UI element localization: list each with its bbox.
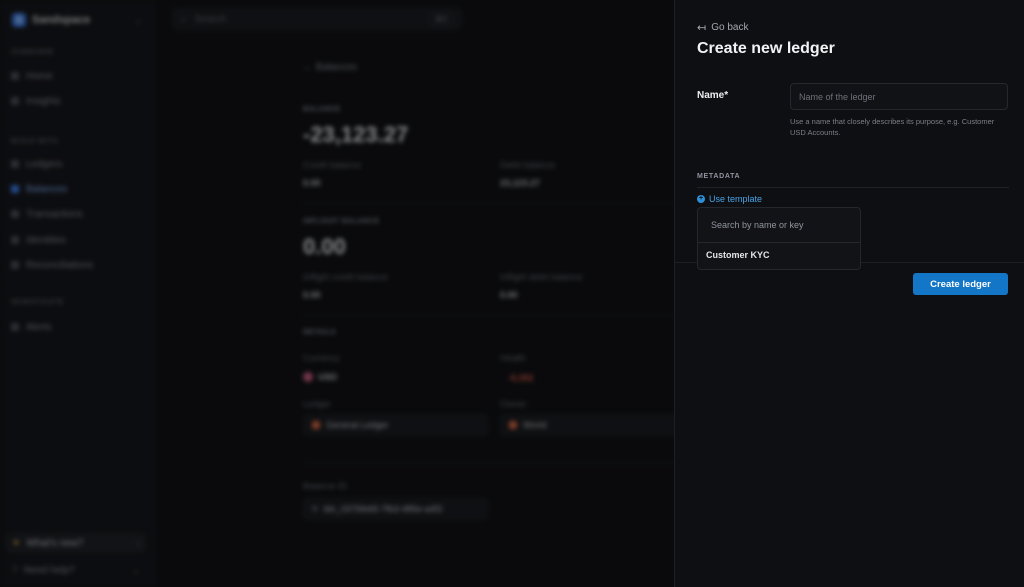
metadata-label: METADATA	[697, 173, 741, 180]
plus-circle-icon: +	[697, 195, 705, 203]
ledger-name-input[interactable]	[790, 83, 1008, 110]
go-back-label: Go back	[711, 22, 749, 33]
create-ledger-button[interactable]: Create ledger	[913, 273, 1008, 295]
template-dropdown: Customer KYC	[697, 207, 861, 270]
template-search-input[interactable]	[698, 208, 860, 243]
metadata-divider	[697, 187, 1009, 188]
go-back-button[interactable]: ↤ Go back	[697, 21, 748, 34]
template-option-customer-kyc[interactable]: Customer KYC	[706, 250, 770, 260]
use-template-button[interactable]: + Use template	[697, 194, 762, 204]
name-hint: Use a name that closely describes its pu…	[790, 117, 995, 137]
drawer-title: Create new ledger	[697, 40, 835, 57]
use-template-label: Use template	[709, 194, 763, 204]
arrow-left-icon: ↤	[697, 22, 707, 34]
name-label: Name*	[697, 90, 729, 101]
create-ledger-drawer: ↤ Go back Create new ledger Name* Use a …	[674, 0, 1024, 587]
